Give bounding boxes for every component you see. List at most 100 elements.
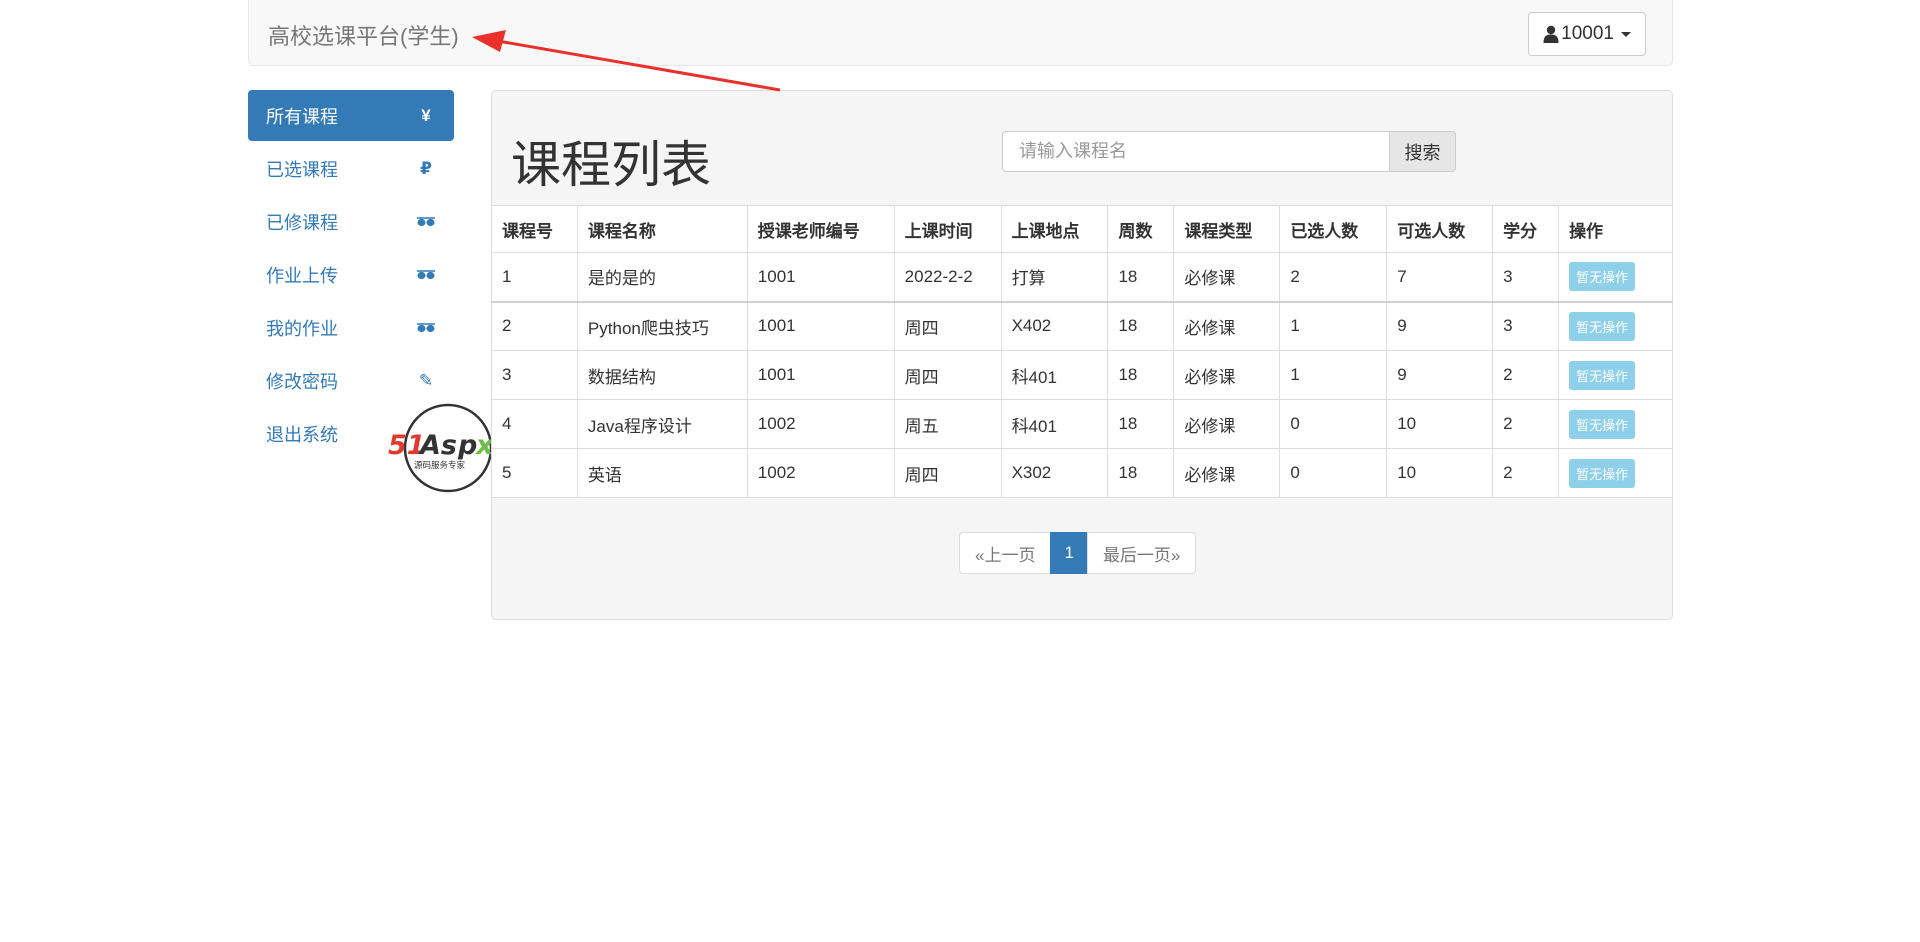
- table-cell: 打算: [1000, 252, 1109, 303]
- table-cell: 暂无操作: [1558, 301, 1673, 351]
- table-cell: 7: [1386, 252, 1494, 303]
- table-cell: 必修课: [1173, 399, 1281, 449]
- sidebar-item-label: 修改密码: [266, 371, 338, 392]
- table-row: 5 英语 1002 周四 X302 18 必修课 0 10 2 暂无操作: [491, 448, 1673, 498]
- table-cell: 暂无操作: [1558, 252, 1673, 303]
- svg-text:As: As: [418, 430, 457, 461]
- pagination: «上一页 1 最后一页»: [959, 532, 1197, 574]
- table-cell: 周四: [893, 448, 1002, 498]
- no-action-button[interactable]: 暂无操作: [1569, 409, 1636, 439]
- table-cell: 暂无操作: [1558, 399, 1673, 449]
- brand-title[interactable]: 高校选课平台(学生): [268, 19, 459, 51]
- current-page-link[interactable]: 1: [1050, 532, 1088, 574]
- table-cell: 1001: [746, 301, 895, 351]
- table-cell: 1: [1279, 350, 1388, 400]
- search-button[interactable]: 搜索: [1390, 131, 1456, 172]
- no-action-button[interactable]: 暂无操作: [1569, 262, 1636, 292]
- table-cell: 必修课: [1173, 448, 1281, 498]
- table-cell: 1: [1279, 301, 1388, 351]
- ruble-icon: ₽: [420, 158, 432, 178]
- user-icon: [1543, 25, 1559, 43]
- table-cell: X402: [1000, 301, 1109, 351]
- no-action-button[interactable]: 暂无操作: [1569, 311, 1636, 341]
- table-row: 4 Java程序设计 1002 周五 科401 18 必修课 0 10 2 暂无…: [491, 399, 1673, 449]
- sidebar-item-homework-upload[interactable]: 作业上传: [248, 249, 454, 300]
- table-cell: 3: [1492, 301, 1560, 351]
- sidebar-item-label: 已修课程: [266, 212, 338, 233]
- table-row: 3 数据结构 1001 周四 科401 18 必修课 1 9 2 暂无操作: [491, 350, 1673, 400]
- sunglasses-icon: [416, 212, 436, 232]
- table-header-row: 课程号 课程名称 授课老师编号 上课时间 上课地点 周数 课程类型 已选人数 可…: [491, 205, 1673, 253]
- table-cell: 英语: [576, 448, 748, 498]
- table-cell: 周四: [893, 301, 1002, 351]
- user-dropdown-button[interactable]: 10001: [1528, 12, 1646, 56]
- table-cell: 必修课: [1173, 252, 1281, 303]
- table-cell: 18: [1107, 399, 1175, 449]
- table-cell: 5: [491, 448, 578, 498]
- column-header: 周数: [1107, 205, 1175, 253]
- table-cell: 2: [1279, 252, 1388, 303]
- table-cell: 暂无操作: [1558, 448, 1673, 498]
- column-header: 可选人数: [1386, 205, 1494, 253]
- user-id-label: 10001: [1561, 23, 1614, 44]
- table-cell: 1002: [746, 399, 895, 449]
- table-cell: 2: [1492, 448, 1560, 498]
- caret-down-icon: [1621, 31, 1631, 37]
- table-cell: 暂无操作: [1558, 350, 1673, 400]
- table-cell: 是的是的: [576, 252, 748, 303]
- pencil-icon: ✎: [418, 370, 434, 390]
- page-title: 课程列表: [511, 137, 711, 193]
- table-cell: X302: [1000, 448, 1109, 498]
- table-cell: 18: [1107, 448, 1175, 498]
- table-cell: 9: [1386, 301, 1494, 351]
- column-header: 已选人数: [1279, 205, 1388, 253]
- course-list-panel: 课程列表 搜索 课程号 课程名称 授课老师编号 上课时间 上课地点 周数 课程类…: [491, 90, 1673, 620]
- table-cell: 必修课: [1173, 350, 1281, 400]
- no-action-button[interactable]: 暂无操作: [1569, 458, 1636, 488]
- table-cell: 2: [1492, 350, 1560, 400]
- table-cell: 科401: [1000, 399, 1109, 449]
- table-cell: 2: [1492, 399, 1560, 449]
- prev-page-link[interactable]: «上一页: [959, 532, 1052, 574]
- table-cell: 周五: [893, 399, 1002, 449]
- table-cell: 9: [1386, 350, 1494, 400]
- svg-text:p: p: [457, 430, 477, 461]
- sidebar-item-change-password[interactable]: 修改密码 ✎: [248, 355, 454, 406]
- watermark-logo: 51 As p x 源码服务专家: [388, 402, 500, 494]
- table-cell: 18: [1107, 350, 1175, 400]
- course-table: 课程号 课程名称 授课老师编号 上课时间 上课地点 周数 课程类型 已选人数 可…: [491, 205, 1673, 498]
- table-row: 1 是的是的 1001 2022-2-2 打算 18 必修课 2 7 3 暂无操…: [491, 252, 1673, 303]
- sidebar-item-all-courses[interactable]: 所有课程 ¥: [248, 90, 454, 141]
- table-cell: 10: [1386, 399, 1494, 449]
- top-navbar: 高校选课平台(学生) 10001: [248, 0, 1673, 66]
- sunglasses-icon: [416, 265, 436, 285]
- sidebar-item-label: 我的作业: [266, 318, 338, 339]
- svg-text:源码服务专家: 源码服务专家: [414, 460, 466, 471]
- sidebar-item-selected-courses[interactable]: 已选课程 ₽: [248, 143, 454, 194]
- table-cell: 18: [1107, 252, 1175, 303]
- table-cell: 数据结构: [576, 350, 748, 400]
- column-header: 授课老师编号: [746, 205, 895, 253]
- table-cell: 3: [491, 350, 578, 400]
- course-table-wrap: 课程号 课程名称 授课老师编号 上课时间 上课地点 周数 课程类型 已选人数 可…: [491, 205, 1673, 498]
- search-input[interactable]: [1002, 131, 1390, 172]
- no-action-button[interactable]: 暂无操作: [1569, 360, 1636, 390]
- column-header: 课程名称: [576, 205, 748, 253]
- table-cell: 1: [491, 252, 578, 303]
- sidebar-item-completed-courses[interactable]: 已修课程: [248, 196, 454, 247]
- sidebar-item-label: 已选课程: [266, 159, 338, 180]
- column-header: 上课时间: [893, 205, 1002, 253]
- column-header: 学分: [1492, 205, 1560, 253]
- table-cell: 必修课: [1173, 301, 1281, 351]
- table-cell: Python爬虫技巧: [576, 301, 748, 351]
- table-cell: 2022-2-2: [893, 252, 1002, 303]
- table-cell: 科401: [1000, 350, 1109, 400]
- column-header: 上课地点: [1000, 205, 1109, 253]
- table-cell: 18: [1107, 301, 1175, 351]
- sidebar-item-my-homework[interactable]: 我的作业: [248, 302, 454, 353]
- last-page-link[interactable]: 最后一页»: [1086, 532, 1197, 574]
- table-cell: 1001: [746, 350, 895, 400]
- sunglasses-icon: [416, 318, 436, 338]
- sidebar-item-label: 退出系统: [266, 424, 338, 445]
- table-cell: 3: [1492, 252, 1560, 303]
